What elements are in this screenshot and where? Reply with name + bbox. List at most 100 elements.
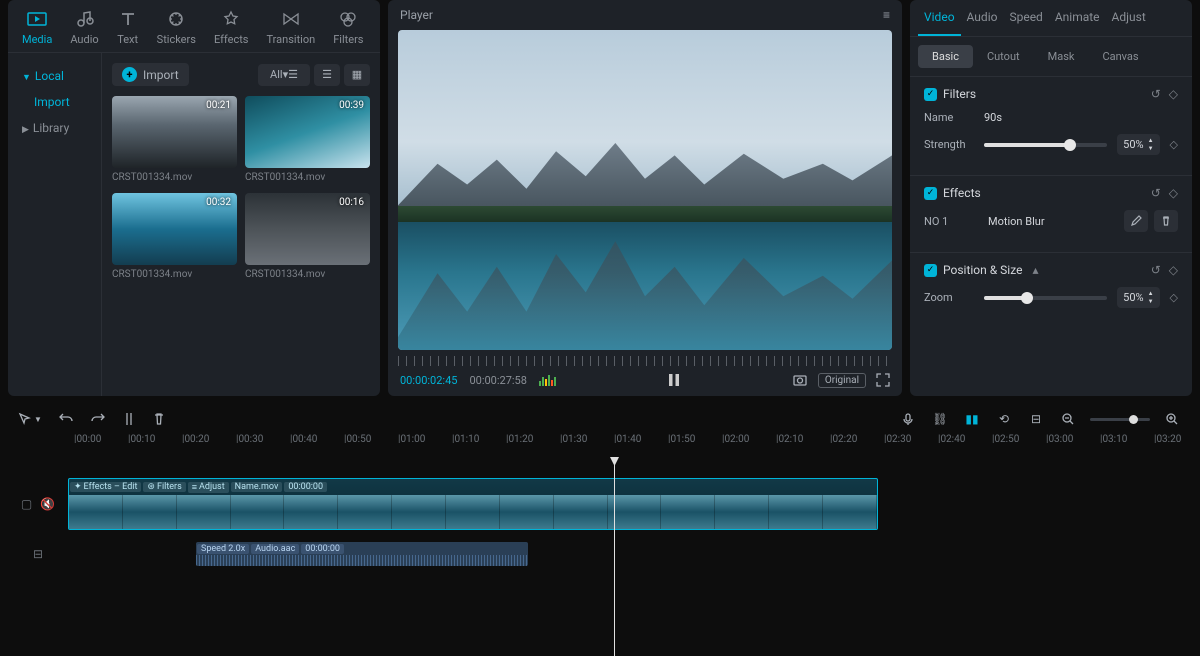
view-list-button[interactable]: ☰: [314, 64, 340, 86]
zoom-keyframe-button[interactable]: ◇: [1170, 291, 1178, 304]
undo-button[interactable]: [58, 412, 74, 426]
track-video-toggle[interactable]: ▢: [21, 497, 32, 511]
player-pane: Player ≡ 00:00:02:45 00:00:27:58 Origina…: [388, 0, 902, 396]
tick: |00:50: [344, 434, 371, 445]
tick: |01:30: [560, 434, 587, 445]
plus-icon: +: [122, 67, 137, 82]
sub-basic[interactable]: Basic: [918, 45, 973, 68]
tab-transition-label: Transition: [266, 33, 315, 46]
import-label: Import: [143, 68, 179, 82]
track-audio-toggle[interactable]: ⊟: [33, 547, 43, 561]
zoom-input[interactable]: 50%▲▼: [1117, 287, 1159, 308]
possize-reset-button[interactable]: ↺: [1151, 263, 1161, 277]
player-menu-button[interactable]: ≡: [883, 8, 890, 22]
pause-button[interactable]: [666, 372, 682, 388]
zoom-slider-timeline[interactable]: [1090, 418, 1150, 421]
timeline-video-clip[interactable]: ✦ Effects – Edit ⊛ Filters ≡ Adjust Name…: [68, 478, 878, 530]
playhead[interactable]: [614, 458, 615, 656]
tab-stickers[interactable]: Stickers: [157, 8, 196, 46]
ptab-speed[interactable]: Speed: [1003, 0, 1048, 36]
possize-title: Position & Size: [943, 263, 1022, 277]
strength-keyframe-button[interactable]: ◇: [1170, 138, 1178, 151]
track-mute-toggle[interactable]: 🔇: [40, 497, 55, 511]
player-ruler[interactable]: [398, 356, 892, 366]
tick: |02:50: [992, 434, 1019, 445]
tool-tabs: Media Audio Text Stickers Effects Transi…: [8, 0, 380, 53]
link-button[interactable]: ⛓: [930, 412, 950, 426]
clip-1[interactable]: 00:39 CRST001334.mov: [245, 96, 370, 183]
sidebar-import[interactable]: Import: [14, 89, 95, 115]
view-grid-button[interactable]: ▦: [344, 64, 370, 86]
sidebar-local[interactable]: ▼Local: [14, 63, 95, 89]
clip-badge-filters[interactable]: ⊛ Filters: [143, 482, 185, 492]
snap-button[interactable]: ⟲: [994, 412, 1014, 426]
player-viewport[interactable]: [398, 30, 892, 350]
tab-effects[interactable]: Effects: [214, 8, 249, 46]
selection-tool[interactable]: ▼: [18, 412, 42, 426]
filter-name-value: 90s: [984, 111, 1002, 124]
redo-button[interactable]: [90, 412, 106, 426]
strength-slider[interactable]: [984, 143, 1107, 147]
tab-transition[interactable]: Transition: [266, 8, 315, 46]
split-button[interactable]: [122, 412, 136, 426]
zoom-out-button[interactable]: [1058, 412, 1078, 426]
audio-badge-speed: Speed 2.0x: [197, 544, 249, 554]
timeline-audio-clip[interactable]: Speed 2.0x Audio.aac 00:00:00: [196, 542, 528, 566]
strength-input[interactable]: 50%▲▼: [1117, 134, 1159, 155]
audio-badge-name: Audio.aac: [251, 544, 299, 554]
effects-checkbox[interactable]: ✓: [924, 187, 937, 200]
zoom-label: Zoom: [924, 291, 974, 304]
clip-badge-adjust[interactable]: ≡ Adjust: [188, 482, 229, 493]
clip-2[interactable]: 00:32 CRST001334.mov: [112, 193, 237, 280]
sidebar-library[interactable]: ▶Library: [14, 115, 95, 141]
fullscreen-button[interactable]: [876, 373, 890, 387]
delete-button[interactable]: [152, 412, 166, 426]
zoom-in-button[interactable]: [1162, 412, 1182, 426]
clip-3[interactable]: 00:16 CRST001334.mov: [245, 193, 370, 280]
align-button[interactable]: ⊟: [1026, 412, 1046, 426]
tick: |02:20: [830, 434, 857, 445]
record-button[interactable]: [898, 412, 918, 426]
effect-delete-button[interactable]: [1154, 210, 1178, 232]
sub-mask[interactable]: Mask: [1034, 45, 1089, 68]
tab-text[interactable]: Text: [117, 8, 139, 46]
tick: |00:00: [74, 434, 101, 445]
media-sidebar: ▼Local Import ▶Library: [8, 53, 102, 396]
clip-0-duration: 00:21: [206, 100, 231, 111]
quality-mode-button[interactable]: Original: [818, 373, 866, 388]
magnet-button[interactable]: ▮▮: [962, 412, 982, 426]
ptab-adjust[interactable]: Adjust: [1106, 0, 1152, 36]
filter-all-button[interactable]: All ▾☰: [258, 64, 310, 86]
ptab-animate[interactable]: Animate: [1049, 0, 1106, 36]
snapshot-button[interactable]: [792, 372, 808, 388]
filters-checkbox[interactable]: ✓: [924, 88, 937, 101]
filters-icon: [337, 8, 359, 30]
sub-cutout[interactable]: Cutout: [973, 45, 1034, 68]
ptab-audio[interactable]: Audio: [961, 0, 1004, 36]
timeline-ruler[interactable]: |00:00|00:10|00:20|00:30|00:40|00:50|01:…: [74, 434, 1192, 452]
effects-reset-button[interactable]: ↺: [1151, 186, 1161, 200]
filters-reset-button[interactable]: ↺: [1151, 87, 1161, 101]
tab-filters[interactable]: Filters: [333, 8, 363, 46]
tab-audio[interactable]: Audio: [70, 8, 98, 46]
possize-keyframe-button[interactable]: ◇: [1169, 263, 1178, 277]
filters-keyframe-button[interactable]: ◇: [1169, 87, 1178, 101]
effect-edit-button[interactable]: [1124, 210, 1148, 232]
effects-keyframe-button[interactable]: ◇: [1169, 186, 1178, 200]
tab-effects-label: Effects: [214, 33, 249, 46]
import-button[interactable]: + Import: [112, 63, 189, 86]
zoom-slider[interactable]: [984, 296, 1107, 300]
clip-3-duration: 00:16: [339, 197, 364, 208]
clip-badge-effects[interactable]: ✦ Effects – Edit: [70, 482, 141, 492]
tab-filters-label: Filters: [333, 33, 363, 46]
tab-media[interactable]: Media: [22, 8, 52, 46]
tick: |03:00: [1046, 434, 1073, 445]
tick: |02:00: [722, 434, 749, 445]
clip-0[interactable]: 00:21 CRST001334.mov: [112, 96, 237, 183]
sub-canvas[interactable]: Canvas: [1088, 45, 1152, 68]
ptab-video[interactable]: Video: [918, 0, 961, 36]
tick: |00:10: [128, 434, 155, 445]
possize-checkbox[interactable]: ✓: [924, 264, 937, 277]
clip-2-duration: 00:32: [206, 197, 231, 208]
tab-stickers-label: Stickers: [157, 33, 196, 46]
